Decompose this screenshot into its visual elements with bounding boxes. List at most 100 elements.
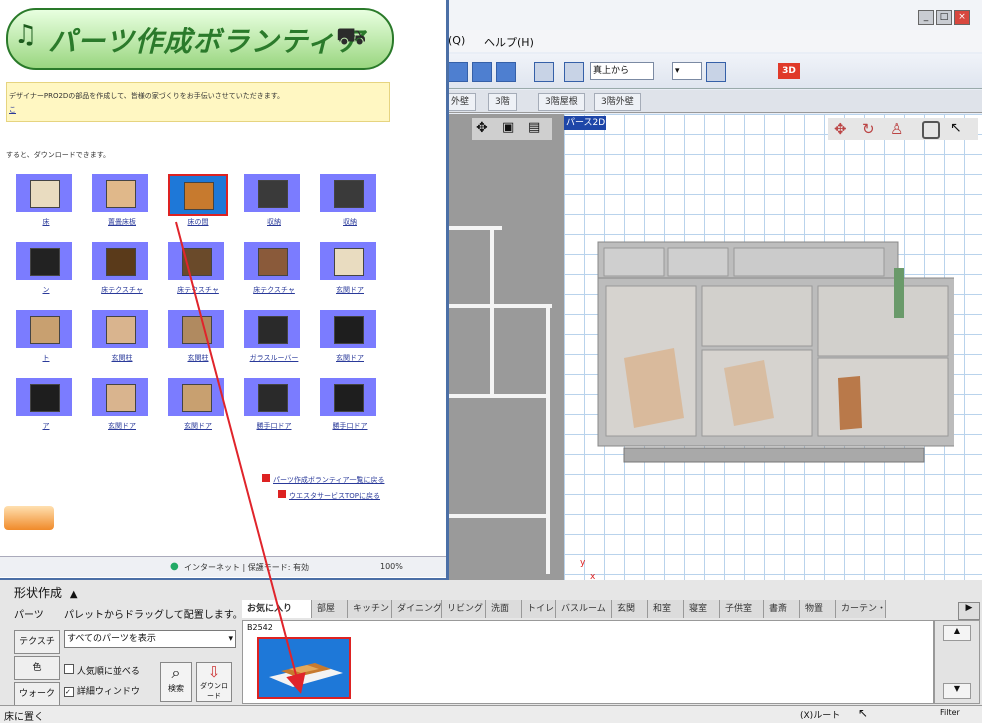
close-icon[interactable]: × <box>954 10 970 25</box>
category-tab[interactable]: お気に入り <box>242 600 312 618</box>
link-parts-list[interactable]: パーツ作成ボランティア一覧に戻る <box>262 474 384 485</box>
part-label[interactable]: ト <box>8 353 84 363</box>
collapse-icon[interactable]: ▲ <box>70 589 78 600</box>
walk-icon[interactable]: ♙ <box>890 120 903 138</box>
scroll-up-icon[interactable]: ▲ <box>943 625 971 641</box>
part-label[interactable]: 玄関柱 <box>160 353 236 363</box>
part-label[interactable]: 収納 <box>236 217 312 227</box>
view-dropdown[interactable]: ▾ <box>672 62 702 80</box>
part-label[interactable]: 玄関ドア <box>84 421 160 431</box>
move-icon[interactable]: ✥ <box>476 120 488 136</box>
part-cell[interactable]: 玄関ドア <box>160 372 236 438</box>
part-thumbnail[interactable] <box>168 174 228 216</box>
part-label[interactable]: 玄関柱 <box>84 353 160 363</box>
download-button[interactable]: ⇩ ダウンロード <box>196 662 232 702</box>
zoom-level[interactable]: 100% <box>380 562 403 571</box>
category-tab[interactable]: 部屋 <box>312 600 348 618</box>
parts-filter-select[interactable]: すべてのパーツを表示 ▾ <box>64 630 236 648</box>
part-thumbnail[interactable] <box>16 174 72 212</box>
part-label[interactable]: ア <box>8 421 84 431</box>
part-thumbnail[interactable] <box>16 378 72 416</box>
house-icon[interactable] <box>534 62 554 82</box>
part-cell[interactable]: 玄関柱 <box>84 304 160 370</box>
part-label[interactable]: ガラスルーバー <box>236 353 312 363</box>
part-cell[interactable]: 床 <box>8 168 84 234</box>
grid-icon[interactable] <box>496 62 516 82</box>
view-direction-select[interactable]: 真上から <box>590 62 654 80</box>
part-label[interactable]: 置畳床板 <box>84 217 160 227</box>
layout-split-icon[interactable] <box>472 62 492 82</box>
part-thumbnail[interactable] <box>168 310 224 348</box>
category-tab[interactable]: 和室 <box>648 600 684 618</box>
link-top[interactable]: ウエスタサービスTOPに戻る <box>278 490 380 501</box>
part-label[interactable]: 玄関ドア <box>312 285 388 295</box>
tab-texture[interactable]: テクスチャ <box>14 630 60 669</box>
part-label[interactable]: 玄関ドア <box>160 421 236 431</box>
lock-icon[interactable]: ▣ <box>502 120 514 135</box>
part-thumbnail[interactable] <box>16 242 72 280</box>
menu-item-q[interactable]: (Q) <box>448 34 465 47</box>
pointer-icon[interactable]: ↖ <box>950 120 962 136</box>
perspective-3d-view[interactable]: パース2D ✥ ↻ ♙ ↖ y x <box>564 114 982 584</box>
render-3d-button[interactable]: 3D <box>778 63 800 79</box>
part-thumbnail[interactable] <box>92 378 148 416</box>
part-cell[interactable]: 玄関ドア <box>84 372 160 438</box>
palette-scrollbar[interactable]: ▲ ▼ <box>934 620 980 704</box>
part-cell[interactable]: 勝手口ドア <box>312 372 388 438</box>
category-tab[interactable]: 玄関 <box>612 600 648 618</box>
category-tab[interactable]: 寝室 <box>684 600 720 618</box>
part-label[interactable]: ン <box>8 285 84 295</box>
part-thumbnail[interactable] <box>320 310 376 348</box>
part-thumbnail[interactable] <box>320 378 376 416</box>
part-cell[interactable]: 床テクスチャ <box>236 236 312 302</box>
part-cell[interactable]: 収納 <box>236 168 312 234</box>
part-label[interactable]: 床テクスチャ <box>236 285 312 295</box>
part-thumbnail[interactable] <box>168 242 224 280</box>
part-cell[interactable]: 収納 <box>312 168 388 234</box>
search-button[interactable]: ⌕ 検索 <box>160 662 192 702</box>
rotate-icon[interactable]: ↻ <box>862 120 875 138</box>
tab-color[interactable]: 色 <box>14 656 60 680</box>
part-thumbnail[interactable] <box>244 174 300 212</box>
category-tab[interactable]: ダイニング <box>392 600 442 618</box>
fav-item-thumbnail[interactable] <box>257 637 351 699</box>
part-thumbnail[interactable] <box>168 378 224 416</box>
part-label[interactable]: 床テクスチャ <box>160 285 236 295</box>
part-cell[interactable]: ガラスルーバー <box>236 304 312 370</box>
layout-icon[interactable] <box>448 62 468 82</box>
part-thumbnail[interactable] <box>92 242 148 280</box>
part-cell[interactable]: 床テクスチャ <box>160 236 236 302</box>
tab-3f-roof[interactable]: 3階屋根 <box>538 93 585 111</box>
part-thumbnail[interactable] <box>92 174 148 212</box>
move-icon[interactable]: ✥ <box>834 120 847 138</box>
tab-walk[interactable]: ウォーク <box>14 682 60 706</box>
part-cell[interactable]: 玄関ドア <box>312 236 388 302</box>
category-tab[interactable]: リビング <box>442 600 486 618</box>
part-label[interactable]: 勝手口ドア <box>312 421 388 431</box>
part-thumbnail[interactable] <box>244 310 300 348</box>
menu-item-help[interactable]: ヘルプ(H) <box>484 34 534 50</box>
pencil-icon[interactable] <box>706 62 726 82</box>
tabs-scroll-right[interactable]: ▶ <box>958 602 980 620</box>
part-cell[interactable]: ア <box>8 372 84 438</box>
house-model[interactable] <box>594 238 959 463</box>
part-cell[interactable]: ン <box>8 236 84 302</box>
part-cell[interactable]: 床テクスチャ <box>84 236 160 302</box>
zoom-icon[interactable] <box>922 121 940 139</box>
tab-parts[interactable]: パーツ <box>14 606 54 621</box>
category-tab[interactable]: トイレ <box>522 600 556 618</box>
category-tab[interactable]: 書斎 <box>764 600 800 618</box>
category-tab[interactable]: キッチン <box>348 600 392 618</box>
minimize-icon[interactable]: _ <box>918 10 934 25</box>
part-cell[interactable]: 玄関柱 <box>160 304 236 370</box>
checkbox-popular[interactable]: 人気順に並べる <box>64 664 140 677</box>
part-label[interactable]: 勝手口ドア <box>236 421 312 431</box>
part-label[interactable]: 玄関ドア <box>312 353 388 363</box>
part-label[interactable]: 床 <box>8 217 84 227</box>
part-thumbnail[interactable] <box>16 310 72 348</box>
floor-plan-view[interactable]: ✥ ▣ ▤ <box>442 114 564 584</box>
part-thumbnail[interactable] <box>244 242 300 280</box>
part-cell[interactable]: 勝手口ドア <box>236 372 312 438</box>
maximize-icon[interactable]: □ <box>936 10 952 25</box>
part-thumbnail[interactable] <box>92 310 148 348</box>
